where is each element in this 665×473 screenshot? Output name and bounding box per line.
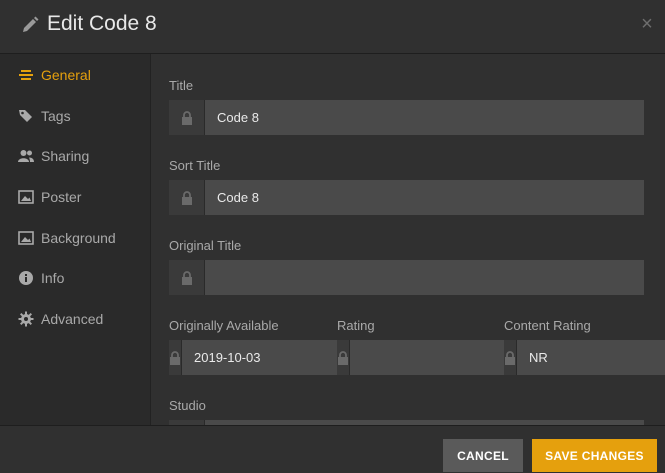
rating-field: [337, 340, 550, 375]
general-form: Title Sort Title Original Title: [150, 54, 665, 425]
lock-icon[interactable]: [169, 100, 205, 135]
lock-icon[interactable]: [169, 340, 182, 375]
dialog-title: Edit Code 8: [47, 12, 157, 35]
sidebar-item-advanced[interactable]: Advanced: [18, 307, 103, 331]
sort-title-field: [169, 180, 644, 215]
originally-available-field: [169, 340, 382, 375]
sidebar-item-label: Advanced: [41, 311, 104, 327]
title-field: [169, 100, 644, 135]
sidebar-item-label: Info: [41, 270, 65, 286]
lock-icon[interactable]: [504, 340, 517, 375]
rating-label: Rating: [337, 318, 375, 333]
sidebar-item-general[interactable]: General: [18, 63, 91, 87]
content-rating-field: [504, 340, 665, 375]
sidebar-item-label: Poster: [41, 189, 82, 205]
sort-title-input[interactable]: [205, 180, 644, 215]
original-title-label: Original Title: [169, 238, 242, 253]
studio-label: Studio: [169, 398, 206, 413]
pencil-icon: [20, 15, 40, 35]
title-label: Title: [169, 78, 194, 93]
info-icon: [18, 270, 34, 286]
lock-icon[interactable]: [169, 180, 205, 215]
sort-title-label: Sort Title: [169, 158, 221, 173]
tag-icon: [18, 108, 34, 124]
cancel-button[interactable]: CANCEL: [443, 439, 523, 472]
close-icon[interactable]: ×: [637, 14, 657, 34]
gear-icon: [18, 311, 34, 327]
lock-icon[interactable]: [169, 260, 205, 295]
sidebar-item-label: Sharing: [41, 148, 90, 164]
edit-dialog: Edit Code 8 × General Tags Sharing Poste…: [0, 0, 665, 473]
sidebar-item-label: General: [41, 67, 91, 83]
dialog-footer: CANCEL SAVE CHANGES: [0, 425, 665, 473]
save-changes-button[interactable]: SAVE CHANGES: [532, 439, 657, 472]
sidebar-item-info[interactable]: Info: [18, 266, 64, 290]
dialog-header: Edit Code 8 ×: [0, 0, 665, 54]
content-rating-label: Content Rating: [504, 318, 591, 333]
image-icon: [18, 189, 34, 205]
users-icon: [18, 148, 34, 164]
image-icon: [18, 230, 34, 246]
originally-available-label: Originally Available: [169, 318, 279, 333]
sidebar-item-tags[interactable]: Tags: [18, 104, 71, 128]
original-title-input[interactable]: [205, 260, 644, 295]
sidebar-item-label: Background: [41, 230, 116, 246]
content-scrollbar[interactable]: [658, 54, 665, 425]
sidebar: General Tags Sharing Poster Background I…: [0, 54, 150, 425]
content-rating-input[interactable]: [517, 340, 665, 375]
sidebar-item-background[interactable]: Background: [18, 226, 116, 250]
lock-icon[interactable]: [337, 340, 350, 375]
title-input[interactable]: [205, 100, 644, 135]
original-title-field: [169, 260, 644, 295]
sidebar-item-sharing[interactable]: Sharing: [18, 144, 89, 168]
sidebar-item-poster[interactable]: Poster: [18, 185, 81, 209]
sidebar-item-label: Tags: [41, 108, 71, 124]
lines-icon: [18, 67, 34, 83]
